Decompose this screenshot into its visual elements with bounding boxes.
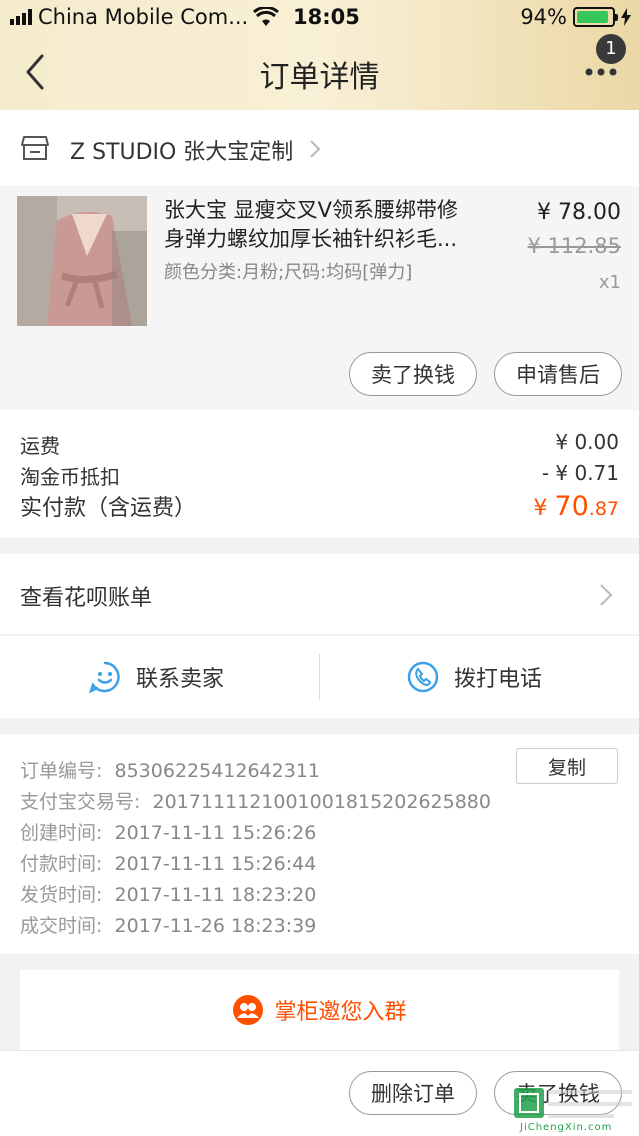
original-price: ¥ 112.85	[527, 234, 621, 258]
completed-time-value: 2017-11-26 18:23:39	[114, 915, 317, 937]
delete-order-button[interactable]: 删除订单	[349, 1071, 477, 1115]
battery-indicator: 94%	[520, 5, 631, 29]
shipped-time-value: 2017-11-11 18:23:20	[114, 884, 317, 906]
chevron-right-icon	[600, 584, 613, 606]
wifi-icon	[253, 7, 279, 26]
call-phone-button[interactable]: 拨打电话	[406, 636, 542, 718]
paid-currency: ¥	[533, 496, 555, 521]
chat-face-icon	[88, 661, 120, 694]
paid-label: 实付款（含运费）	[20, 496, 197, 521]
created-time-label: 创建时间:	[20, 822, 103, 844]
coin-value: - ¥ 0.71	[541, 461, 619, 485]
huabei-label: 查看花呗账单	[20, 586, 153, 611]
completed-time-row: 成交时间: 2017-11-26 18:23:39	[20, 911, 316, 938]
call-phone-label: 拨打电话	[454, 667, 543, 692]
paid-time-row: 付款时间: 2017-11-11 15:26:44	[20, 849, 316, 876]
after-sales-button[interactable]: 申请售后	[494, 352, 622, 396]
product-quantity: x1	[598, 272, 621, 293]
charging-icon	[621, 8, 631, 26]
alipay-trade-label: 支付宝交易号:	[20, 791, 141, 813]
paid-integer: 70	[554, 491, 589, 522]
paid-time-value: 2017-11-11 15:26:44	[114, 853, 317, 875]
product-title-line-2: 身弹力螺纹加厚长袖针织衫毛...	[164, 227, 458, 251]
sell-for-cash-button[interactable]: 卖了换钱	[349, 352, 477, 396]
coin-label: 淘金币抵扣	[20, 465, 120, 489]
notification-badge: 1	[596, 34, 626, 64]
paid-amount: ¥ 70.87	[533, 491, 619, 522]
alipay-trade-value: 2017111121001001815202625880	[152, 791, 491, 813]
paid-time-label: 付款时间:	[20, 853, 103, 875]
order-number-row: 订单编号: 85306225412642311	[20, 756, 320, 783]
created-time-value: 2017-11-11 15:26:26	[114, 822, 317, 844]
join-group-label: 掌柜邀您入群	[274, 1000, 407, 1025]
contact-seller-label: 联系卖家	[136, 667, 225, 692]
coin-deduction-row: 淘金币抵扣 - ¥ 0.71	[20, 461, 619, 490]
shipping-label: 运费	[20, 434, 60, 458]
group-people-icon	[233, 995, 264, 1025]
watermark-text: JiChengXin.com	[520, 1122, 613, 1133]
battery-percent: 94%	[520, 5, 567, 29]
product-card[interactable]: 张大宝 显瘦交叉V领系腰绑带修 身弹力螺纹加厚长袖针织衫毛... 颜色分类:月粉…	[0, 186, 639, 410]
alipay-trade-row: 支付宝交易号: 2017111121001001815202625880	[20, 787, 491, 814]
join-group-banner[interactable]: 掌柜邀您入群	[20, 970, 619, 1050]
product-spec: 颜色分类:月粉;尺码:均码[弹力]	[164, 262, 413, 283]
order-number-label: 订单编号:	[20, 760, 103, 782]
shop-icon	[21, 136, 49, 160]
battery-icon	[573, 7, 618, 27]
signal-icon	[10, 9, 32, 25]
page-title: 订单详情	[259, 60, 380, 95]
phone-icon	[407, 661, 439, 693]
chevron-right-icon	[310, 140, 321, 158]
payment-summary: 运费 ¥ 0.00 淘金币抵扣 - ¥ 0.71 实付款（含运费） ¥ 70.8…	[0, 410, 639, 538]
order-number-value: 85306225412642311	[114, 760, 321, 782]
shipping-value: ¥ 0.00	[555, 430, 619, 454]
header-bar: China Mobile Com... 18:05 94% 订单详情 1	[0, 0, 639, 110]
sweater-image-icon	[17, 196, 147, 326]
shipping-row: 运费 ¥ 0.00	[20, 430, 619, 459]
product-price: ¥ 78.00	[537, 200, 621, 225]
completed-time-label: 成交时间:	[20, 915, 103, 937]
copy-button[interactable]: 复制	[516, 748, 618, 784]
group-banner-section: 掌柜邀您入群	[0, 954, 639, 1050]
carrier-name: China Mobile Com...	[38, 5, 249, 29]
shop-row[interactable]: Z STUDIO 张大宝定制	[0, 110, 639, 186]
status-bar: China Mobile Com... 18:05 94%	[0, 0, 639, 36]
contact-seller-button[interactable]: 联系卖家	[88, 636, 224, 718]
shipped-time-label: 发货时间:	[20, 884, 103, 906]
status-time: 18:05	[293, 5, 360, 29]
contact-bar: 联系卖家 拨打电话	[0, 636, 639, 718]
more-options-icon[interactable]	[584, 62, 618, 82]
product-title-line-1: 张大宝 显瘦交叉V领系腰绑带修	[164, 198, 459, 222]
huabei-bill-row[interactable]: 查看花呗账单	[0, 554, 639, 634]
divider	[319, 654, 320, 700]
order-info: 订单编号: 85306225412642311 复制 支付宝交易号: 20171…	[0, 734, 639, 954]
created-time-row: 创建时间: 2017-11-11 15:26:26	[20, 818, 316, 845]
product-thumbnail[interactable]	[17, 196, 147, 326]
paid-row: 实付款（含运费） ¥ 70.87	[20, 490, 619, 522]
shipped-time-row: 发货时间: 2017-11-11 18:23:20	[20, 880, 316, 907]
product-title[interactable]: 张大宝 显瘦交叉V领系腰绑带修 身弹力螺纹加厚长袖针织衫毛...	[164, 196, 494, 254]
shop-name: Z STUDIO 张大宝定制	[70, 140, 294, 165]
paid-decimal: .87	[588, 498, 619, 520]
carrier-indicator: China Mobile Com...	[10, 5, 248, 29]
site-watermark: JiChengXin.com	[514, 1082, 634, 1136]
